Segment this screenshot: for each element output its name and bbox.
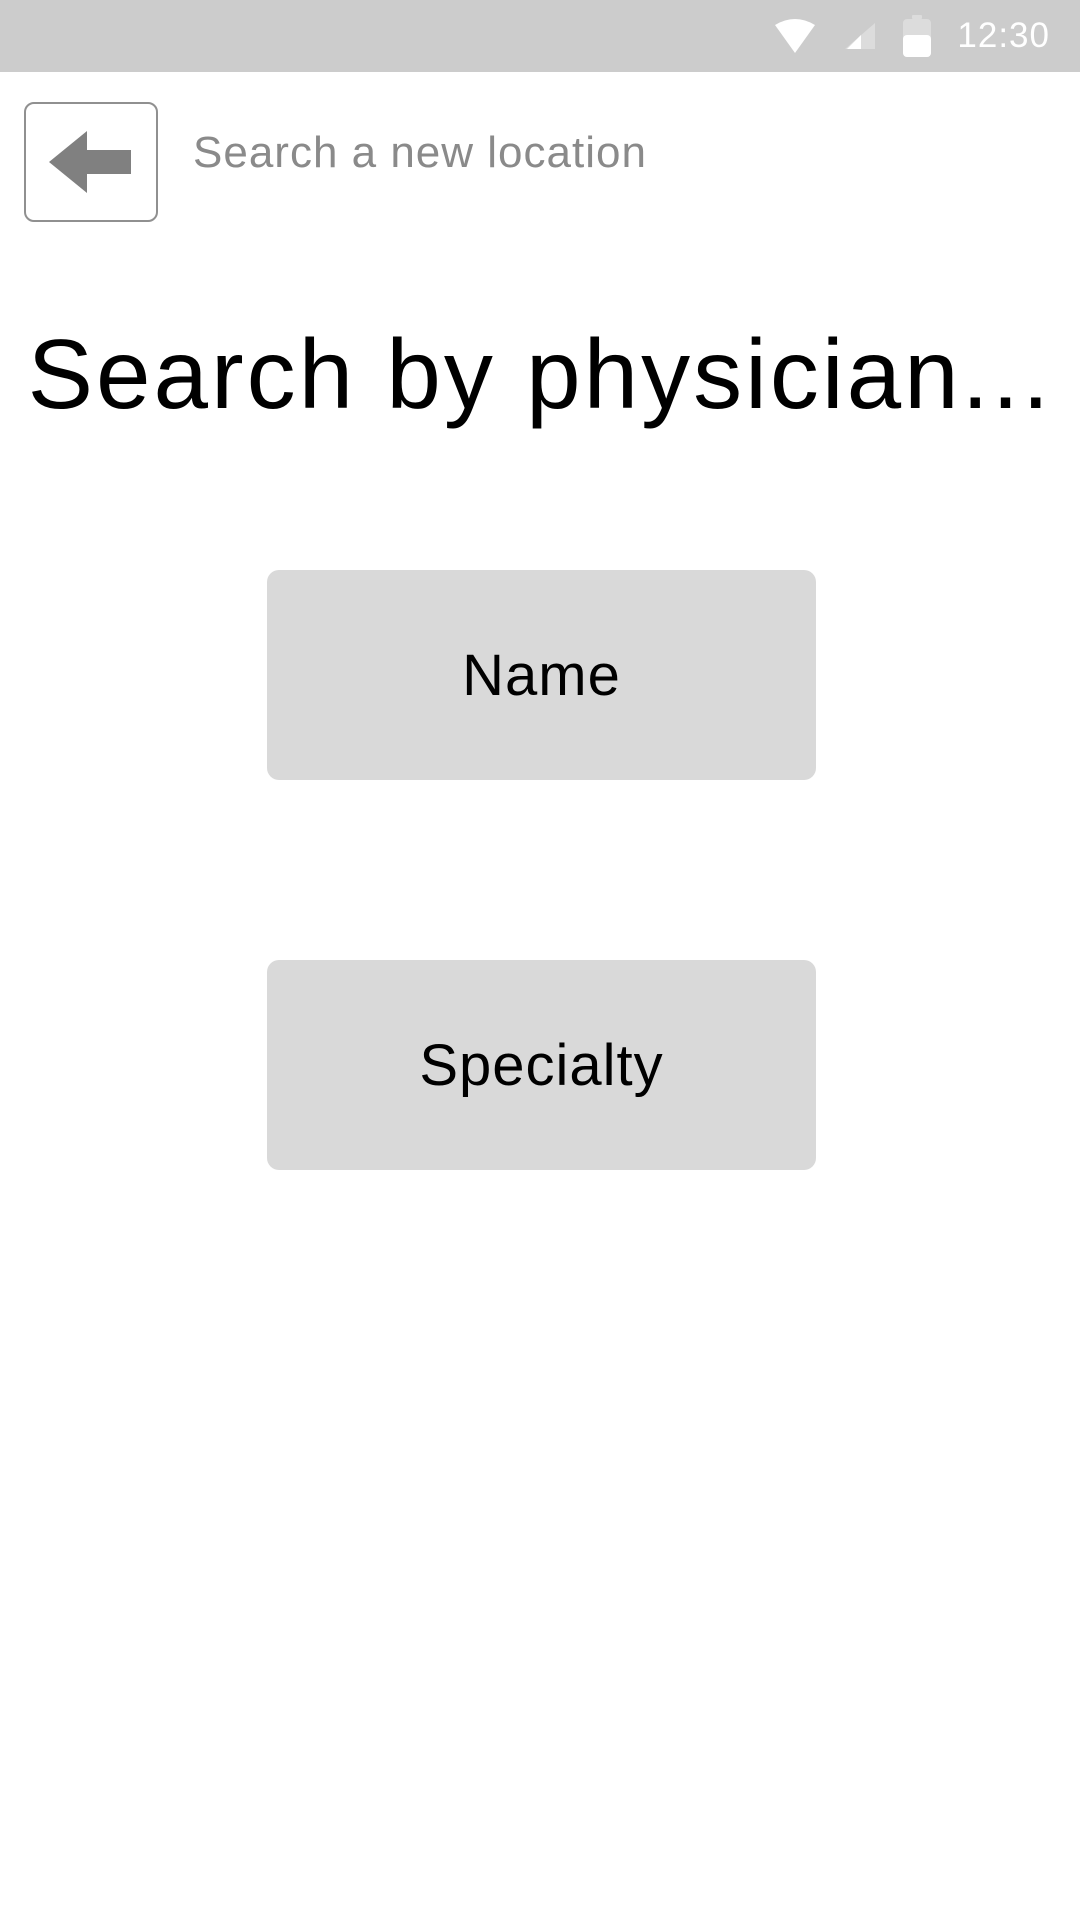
name-button[interactable]: Name: [267, 570, 816, 780]
status-icons: 12:30: [775, 0, 1050, 72]
status-time: 12:30: [957, 16, 1050, 55]
back-button[interactable]: [24, 102, 158, 222]
specialty-button[interactable]: Specialty: [267, 960, 816, 1170]
cell-signal-icon: [845, 23, 876, 49]
page-title: Search by physician...: [27, 319, 1053, 429]
status-bar: 12:30: [0, 0, 1080, 72]
specialty-button-label: Specialty: [419, 1032, 664, 1098]
arrow-left-icon: [49, 131, 131, 193]
wifi-icon: [775, 19, 816, 53]
name-button-label: Name: [462, 642, 621, 708]
battery-icon: [903, 15, 932, 57]
search-new-location-link[interactable]: Search a new location: [193, 128, 647, 178]
